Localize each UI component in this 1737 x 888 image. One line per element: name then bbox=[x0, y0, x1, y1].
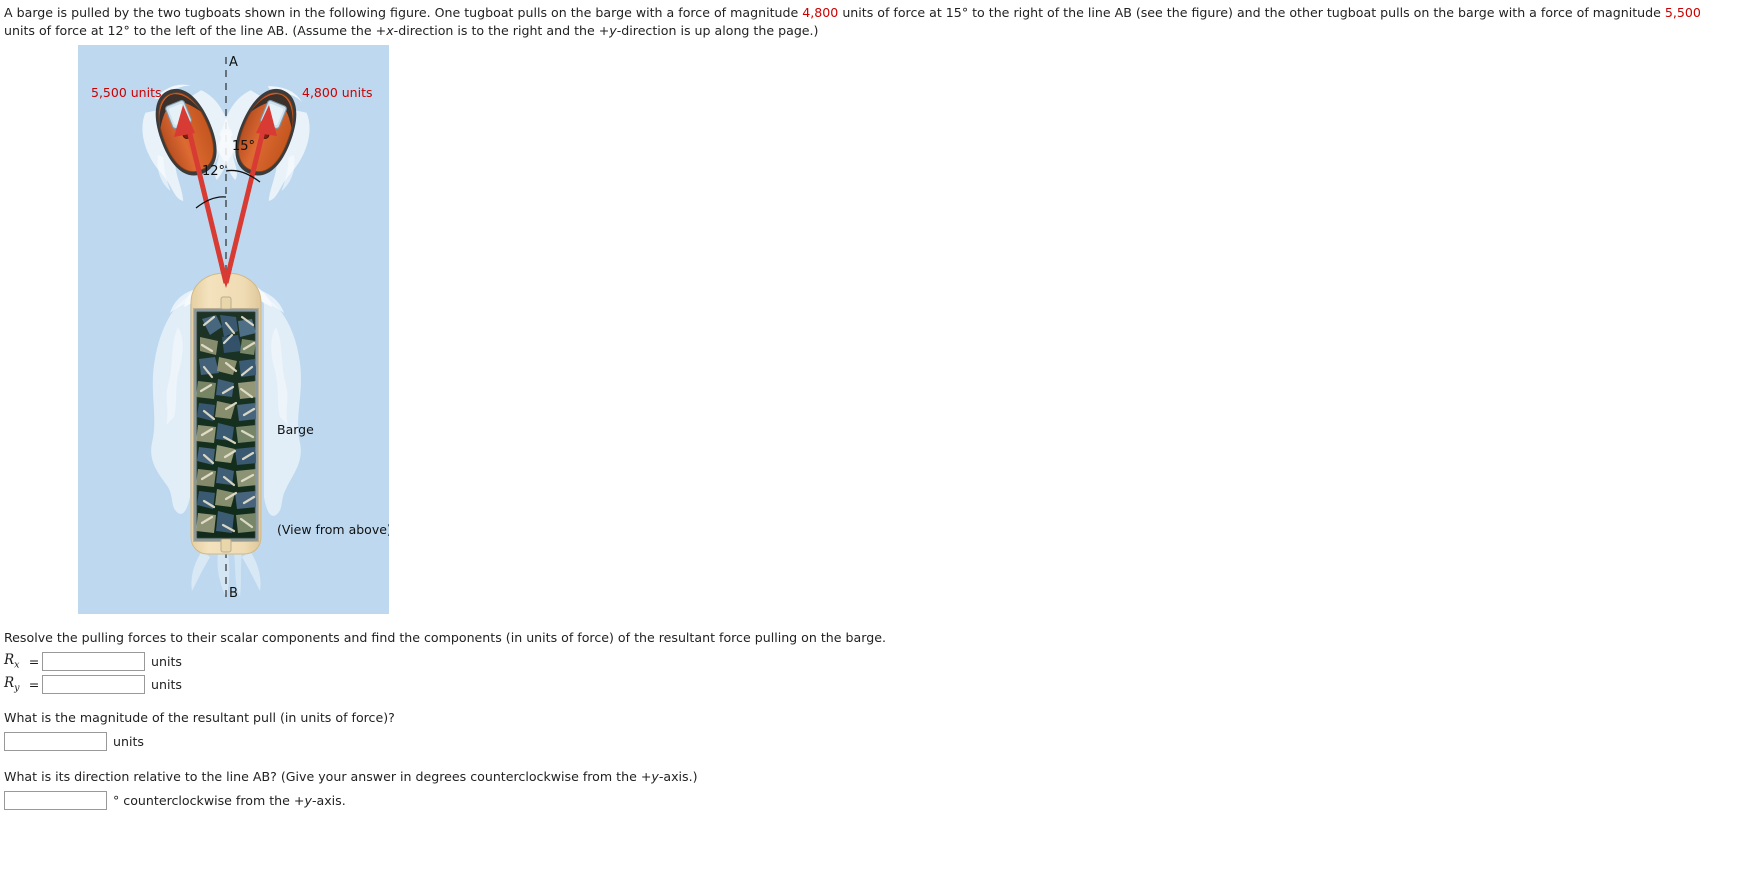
question-3-text-b: -axis.) bbox=[658, 769, 698, 784]
label-angle-12: 12° bbox=[202, 164, 226, 179]
answers-section: Resolve the pulling forces to their scal… bbox=[4, 630, 1204, 814]
problem-text-part3: units of force at 12° to the left of the… bbox=[4, 23, 819, 39]
question-1-prompt: Resolve the pulling forces to their scal… bbox=[4, 630, 886, 645]
rx-input[interactable] bbox=[42, 652, 145, 671]
barge-figure: 5,500 units 4,800 units A B 15° 12° Barg… bbox=[78, 45, 389, 614]
rx-equals: = bbox=[28, 654, 40, 669]
direction-suffix: ° counterclockwise from the +y-axis. bbox=[113, 793, 346, 808]
magnitude-input[interactable] bbox=[4, 732, 107, 751]
magnitude-row: units bbox=[4, 732, 1204, 751]
question-3-text-a: What is its direction relative to the li… bbox=[4, 769, 652, 784]
rx-label: Rx bbox=[4, 652, 20, 671]
label-force-right: 4,800 units bbox=[302, 85, 373, 100]
label-force-left: 5,500 units bbox=[91, 85, 162, 100]
ry-units: units bbox=[151, 677, 182, 692]
magnitude-units: units bbox=[113, 734, 144, 749]
problem-text-part1: A barge is pulled by the two tugboats sh… bbox=[4, 5, 803, 20]
ry-equals: = bbox=[28, 677, 40, 692]
question-2-prompt: What is the magnitude of the resultant p… bbox=[4, 710, 395, 725]
label-point-b: B bbox=[229, 586, 238, 601]
rx-row: Rx = units bbox=[4, 652, 1204, 671]
problem-text-part2: units of force at 15° to the right of th… bbox=[838, 5, 1665, 20]
ry-input[interactable] bbox=[42, 675, 145, 694]
rx-units: units bbox=[151, 654, 182, 669]
label-barge: Barge bbox=[277, 422, 314, 437]
question-3-prompt: What is its direction relative to the li… bbox=[4, 769, 1204, 784]
barge-stern-cleat bbox=[220, 538, 232, 553]
ry-row: Ry = units bbox=[4, 675, 1204, 694]
ry-label: Ry bbox=[4, 675, 20, 694]
direction-input[interactable] bbox=[4, 791, 107, 810]
force-value-left: 5,500 bbox=[1664, 5, 1701, 20]
label-point-a: A bbox=[229, 55, 238, 70]
direction-row: ° counterclockwise from the +y-axis. bbox=[4, 791, 1204, 810]
force-value-right: 4,800 bbox=[802, 5, 839, 20]
question-3-axis-var: y bbox=[651, 769, 659, 784]
barge-shape bbox=[190, 272, 262, 555]
label-view-from-above: (View from above) bbox=[277, 522, 389, 537]
problem-statement: A barge is pulled by the two tugboats sh… bbox=[4, 4, 1734, 41]
barge-bow-cleat bbox=[220, 296, 232, 310]
label-angle-15: 15° bbox=[232, 139, 256, 154]
